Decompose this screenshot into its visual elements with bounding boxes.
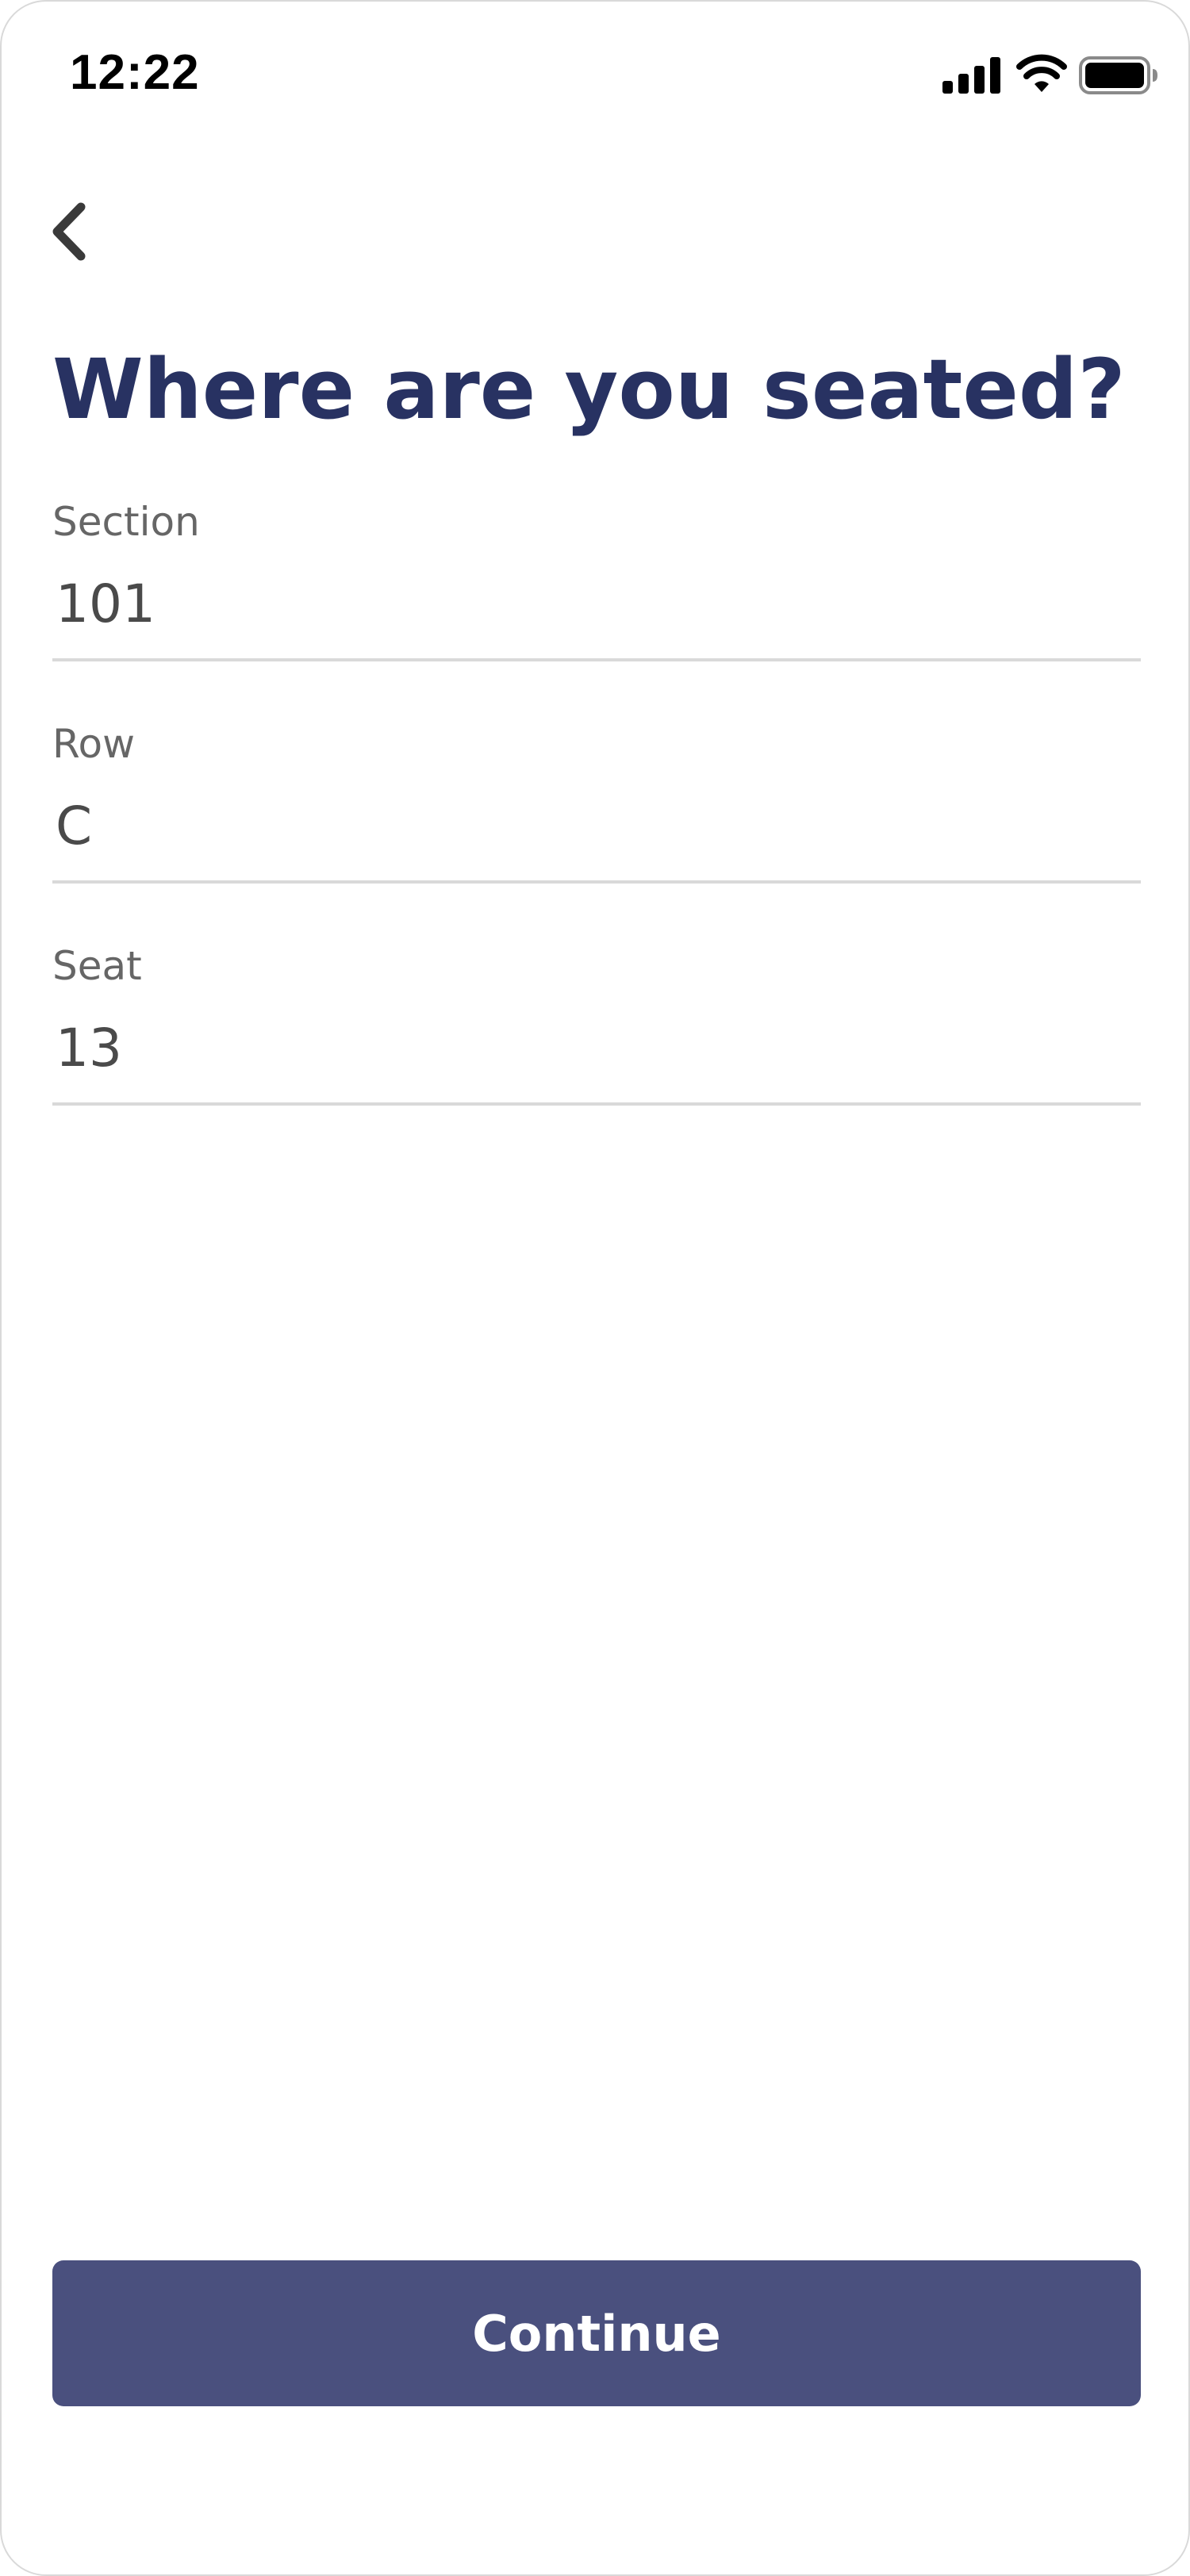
status-time: 12:22 [70,45,200,100]
seat-input[interactable] [52,1004,1141,1091]
status-bar: 12:22 [2,2,1188,144]
continue-button[interactable]: Continue [52,2260,1141,2406]
section-underline [52,658,1141,661]
row-input[interactable] [52,782,1141,869]
seat-label: Seat [52,943,142,989]
battery-icon [1079,56,1157,94]
seat-underline [52,1102,1141,1106]
wifi-icon [1016,54,1067,92]
section-field: Section [52,496,1141,719]
row-label: Row [52,721,135,767]
section-input[interactable] [52,560,1141,647]
page-title: Where are you seated? [52,341,1126,438]
chevron-left-icon [52,202,86,261]
section-label: Section [52,499,200,545]
back-button[interactable] [40,192,119,271]
row-field: Row [52,719,1141,941]
phone-screen: 12:22 Where are you seated? Section 101 … [0,0,1190,2576]
row-underline [52,880,1141,884]
cellular-signal-icon [942,57,1000,94]
seat-field: Seat [52,941,1141,1163]
